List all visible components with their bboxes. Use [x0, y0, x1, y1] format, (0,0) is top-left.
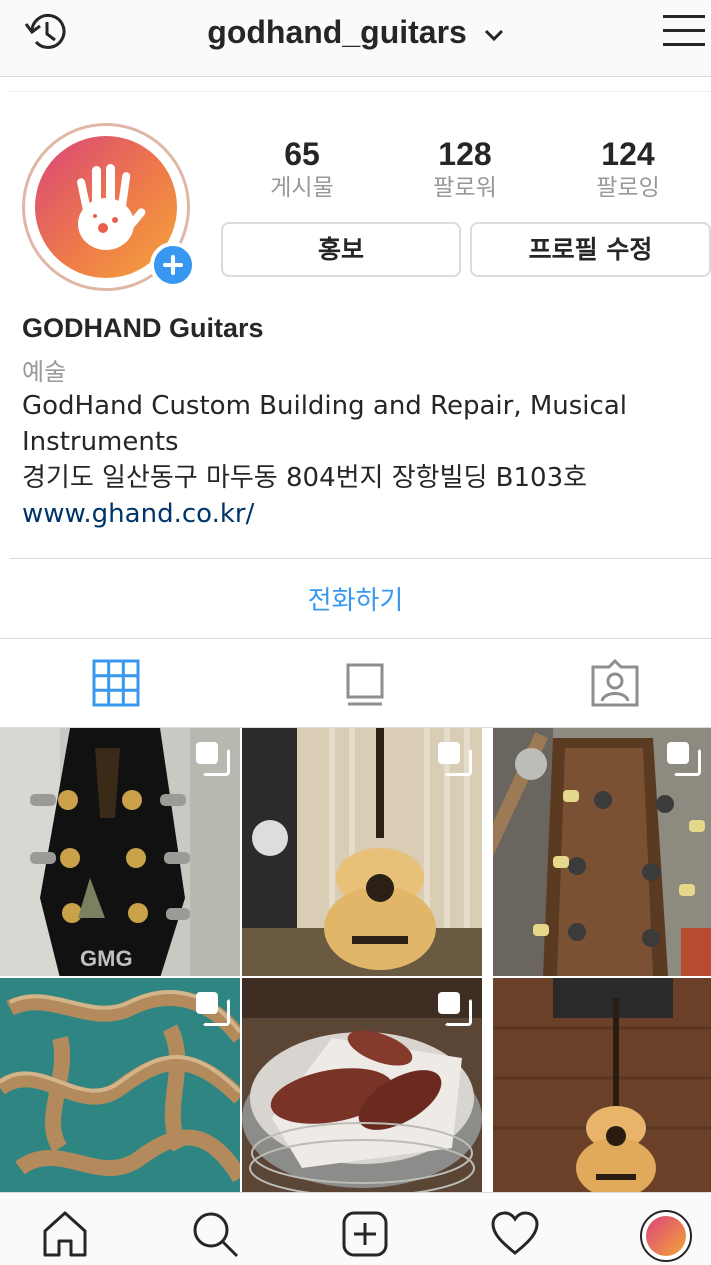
- hamburger-menu-icon[interactable]: [663, 12, 705, 50]
- category-label: 예술: [22, 358, 67, 386]
- chevron-down-icon: [484, 29, 503, 41]
- posts-count-value: 65: [284, 136, 320, 172]
- svg-text:GMG: GMG: [80, 946, 133, 971]
- multiple-photos-icon: [196, 992, 230, 1026]
- add-story-button[interactable]: [150, 242, 196, 288]
- followers-count[interactable]: 128 팔로워: [390, 136, 540, 202]
- divider: [10, 558, 711, 559]
- acoustic-guitar-wall-image: [493, 978, 711, 1192]
- search-icon[interactable]: [190, 1209, 240, 1259]
- profile-tab-avatar[interactable]: [640, 1210, 692, 1262]
- tagged-photos-icon[interactable]: [589, 657, 641, 709]
- grid-view-icon[interactable]: [90, 657, 142, 709]
- multiple-photos-icon: [667, 742, 701, 776]
- multiple-photos-icon: [196, 742, 230, 776]
- bottom-navigation-bar: [0, 1192, 711, 1265]
- website-link[interactable]: www.ghand.co.kr/: [22, 496, 662, 532]
- username-title: godhand_guitars: [207, 14, 467, 50]
- call-button[interactable]: 전화하기: [0, 580, 711, 617]
- post-thumbnail[interactable]: [493, 978, 711, 1192]
- edit-profile-button[interactable]: 프로필 수정: [470, 222, 711, 277]
- posts-count[interactable]: 65 게시물: [227, 136, 377, 202]
- activity-heart-icon[interactable]: [490, 1209, 540, 1259]
- post-thumbnail[interactable]: [0, 978, 240, 1192]
- new-post-icon[interactable]: [340, 1209, 390, 1259]
- promote-button[interactable]: 홍보: [221, 222, 461, 277]
- post-thumbnail[interactable]: [242, 978, 482, 1192]
- bio-line: Instruments: [22, 427, 179, 457]
- display-name: GODHAND Guitars: [22, 313, 264, 343]
- bio: GodHand Custom Building and Repair, Musi…: [22, 388, 662, 532]
- post-thumbnail[interactable]: [493, 728, 711, 976]
- posts-count-label: 게시물: [270, 174, 334, 200]
- followers-count-label: 팔로워: [433, 174, 497, 200]
- avatar: [646, 1216, 686, 1256]
- multiple-photos-icon: [438, 992, 472, 1026]
- divider: [10, 91, 711, 92]
- post-thumbnail[interactable]: GMG: [0, 728, 240, 976]
- bio-line: GodHand Custom Building and Repair, Musi…: [22, 391, 627, 421]
- following-count-label: 팔로잉: [596, 174, 660, 200]
- profile-tabs: [0, 639, 711, 727]
- multiple-photos-icon: [438, 742, 472, 776]
- following-count-value: 124: [601, 136, 655, 172]
- home-icon[interactable]: [40, 1209, 90, 1259]
- account-switcher[interactable]: godhand_guitars: [0, 14, 711, 51]
- feed-view-icon[interactable]: [339, 657, 391, 709]
- address-line: 경기도 일산동구 마두동 804번지 장항빌딩 B103호: [22, 463, 588, 493]
- following-count[interactable]: 124 팔로잉: [553, 136, 703, 202]
- followers-count-value: 128: [438, 136, 492, 172]
- post-thumbnail[interactable]: [242, 728, 482, 976]
- top-navigation-bar: godhand_guitars: [0, 0, 711, 77]
